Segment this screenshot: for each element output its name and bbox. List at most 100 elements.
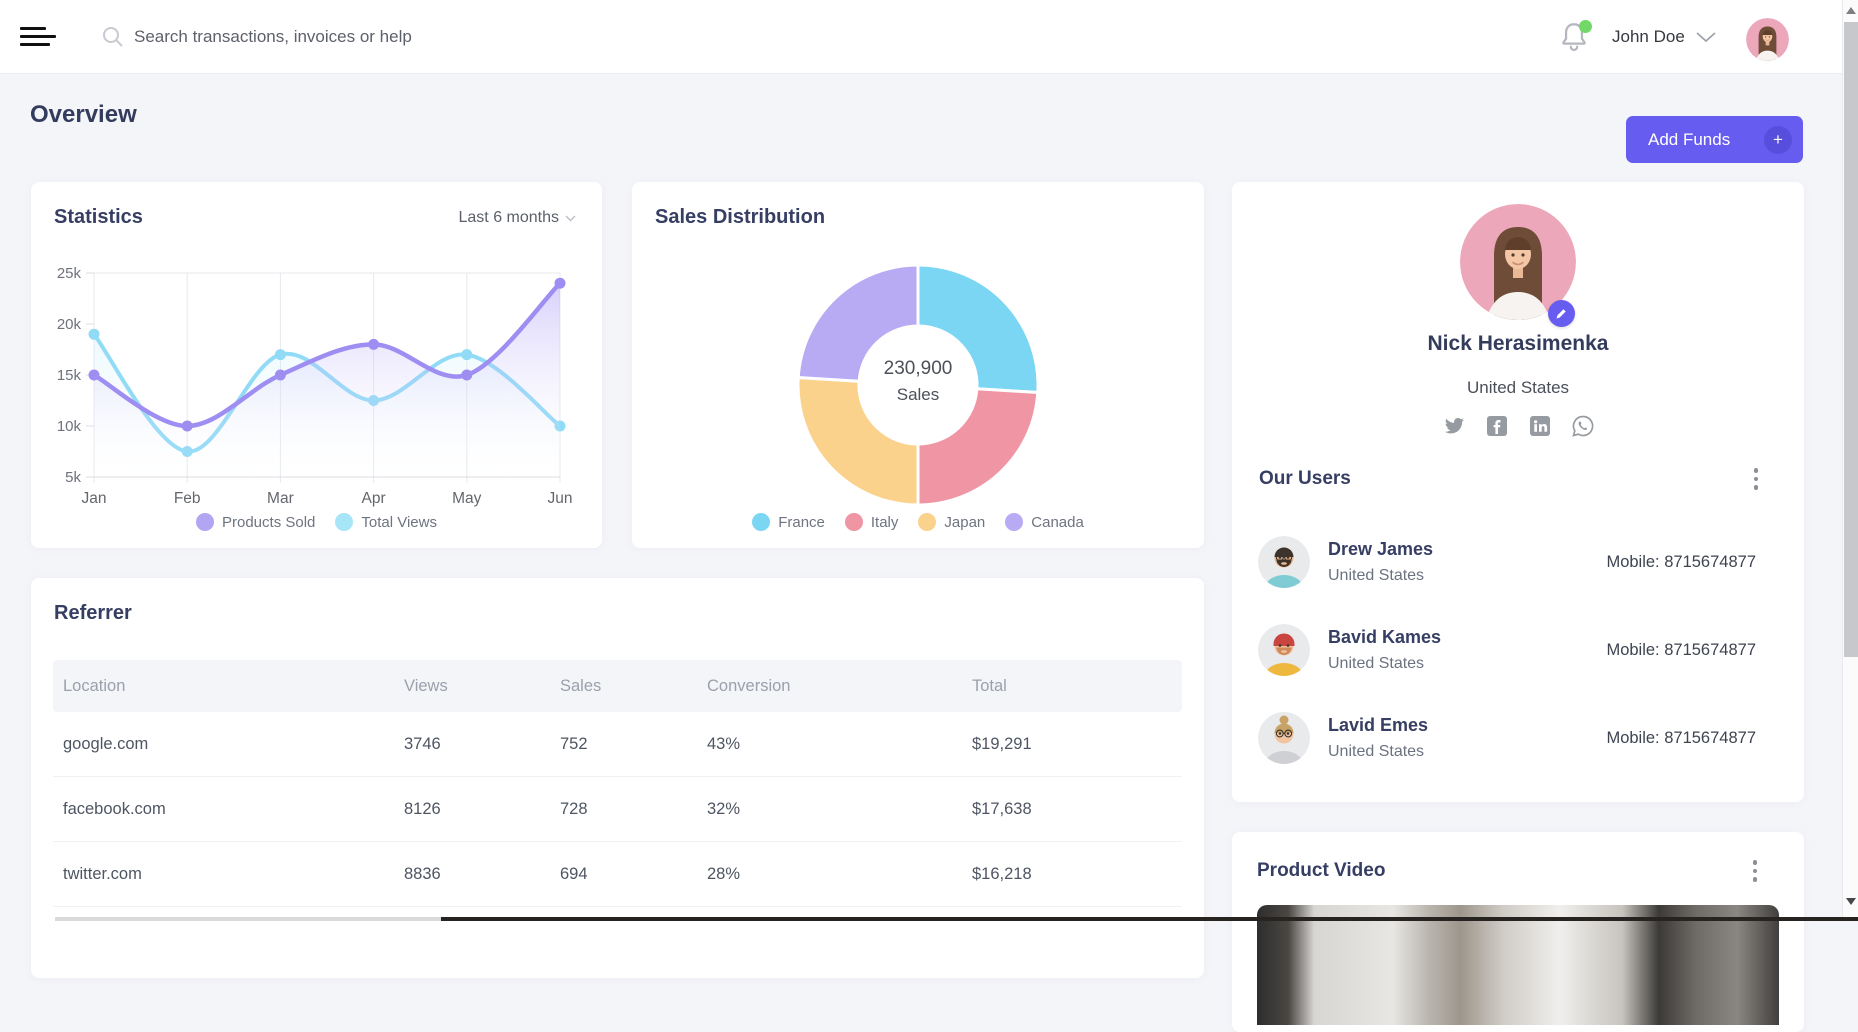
table-cell: 728 — [560, 800, 707, 819]
legend-item[interactable]: Canada — [1005, 513, 1084, 531]
product-video-card: Product Video — [1232, 832, 1804, 1032]
user-location: United States — [1328, 655, 1441, 673]
user-mobile: Mobile: 8715674877 — [1606, 553, 1778, 572]
scroll-down-arrow[interactable] — [1846, 898, 1856, 905]
table-cell: twitter.com — [63, 865, 404, 884]
legend-item[interactable]: Total Views — [335, 513, 437, 531]
plus-icon: + — [1764, 126, 1792, 154]
user-list-item: Lavid Emes United States Mobile: 871567487… — [1232, 694, 1804, 782]
svg-text:5k: 5k — [65, 469, 81, 486]
svg-text:20k: 20k — [57, 316, 82, 333]
svg-text:Jan: Jan — [82, 490, 107, 507]
facebook-icon[interactable] — [1485, 414, 1509, 438]
line-chart: 5k10k15k20k25kJanFebMarAprMayJun — [31, 182, 602, 512]
add-funds-button[interactable]: Add Funds + — [1626, 116, 1803, 163]
user-mobile: Mobile: 8715674877 — [1606, 641, 1778, 660]
legend-dot — [1005, 513, 1023, 531]
notification-dot — [1579, 20, 1592, 33]
table-row: facebook.com812672832%$17,638 — [53, 777, 1182, 842]
horizontal-scrollbar-thumb[interactable] — [441, 917, 1858, 921]
legend-dot — [845, 513, 863, 531]
table-cell: 28% — [707, 865, 972, 884]
twitter-icon[interactable] — [1442, 414, 1466, 438]
line-chart-legend: Products Sold Total Views — [31, 513, 602, 531]
search-input[interactable] — [134, 22, 694, 52]
search-icon — [100, 24, 126, 50]
legend-item[interactable]: Italy — [845, 513, 899, 531]
edit-profile-button[interactable] — [1548, 300, 1575, 327]
donut-chart-legend: France Italy Japan Canada — [632, 513, 1204, 531]
user-name: Lavid Emes — [1328, 715, 1428, 736]
table-cell: 43% — [707, 735, 972, 754]
table-row: twitter.com883669428%$16,218 — [53, 842, 1182, 907]
svg-text:15k: 15k — [57, 367, 82, 384]
donut-chart — [632, 182, 1204, 512]
svg-text:Jun: Jun — [548, 490, 573, 507]
dashboard-screen: { "colors": { "accent": "#675cf0", "noti… — [0, 0, 1858, 921]
table-cell: 694 — [560, 865, 707, 884]
table-cell: google.com — [63, 735, 404, 754]
video-thumbnail[interactable] — [1257, 905, 1779, 1025]
legend-item[interactable]: France — [752, 513, 825, 531]
our-users-title: Our Users — [1259, 468, 1351, 490]
legend-dot — [918, 513, 936, 531]
table-row: google.com374675243%$19,291 — [53, 712, 1182, 777]
column-header: Sales — [560, 677, 707, 696]
user-name: Drew James — [1328, 539, 1433, 560]
linkedin-icon[interactable] — [1528, 414, 1552, 438]
column-header: Location — [63, 677, 404, 696]
profile-users-card: Nick Herasimenka United States Our Users… — [1232, 182, 1804, 802]
referrer-title: Referrer — [54, 602, 132, 625]
referrer-table: LocationViewsSalesConversionTotalgoogle.… — [53, 660, 1182, 907]
scroll-up-arrow[interactable] — [1846, 7, 1856, 14]
horizontal-scrollbar-track[interactable] — [55, 917, 441, 921]
user-mobile: Mobile: 8715674877 — [1606, 729, 1778, 748]
legend-item[interactable]: Japan — [918, 513, 985, 531]
user-menu[interactable]: John Doe — [1612, 22, 1717, 52]
user-avatar — [1258, 624, 1310, 676]
table-cell: 3746 — [404, 735, 560, 754]
table-cell: 8836 — [404, 865, 560, 884]
user-name: Bavid Kames — [1328, 627, 1441, 648]
column-header: Views — [404, 677, 560, 696]
sales-distribution-card: Sales Distribution 230,900 Sales FranceI… — [632, 182, 1204, 548]
svg-text:25k: 25k — [57, 265, 82, 282]
our-users-menu-icon[interactable] — [1747, 466, 1765, 492]
notifications-button[interactable] — [1556, 18, 1596, 58]
table-cell: $17,638 — [972, 800, 1182, 819]
svg-text:Feb: Feb — [174, 490, 201, 507]
legend-dot — [752, 513, 770, 531]
add-funds-label: Add Funds — [1648, 130, 1730, 150]
user-list-item: Drew James United States Mobile: 871567487… — [1232, 518, 1804, 606]
menu-icon[interactable] — [20, 27, 56, 49]
table-cell: facebook.com — [63, 800, 404, 819]
table-header-row: LocationViewsSalesConversionTotal — [53, 660, 1182, 712]
profile-name: Nick Herasimenka — [1232, 332, 1804, 356]
legend-dot — [196, 513, 214, 531]
legend-dot — [335, 513, 353, 531]
user-location: United States — [1328, 743, 1428, 761]
table-cell: 8126 — [404, 800, 560, 819]
product-video-title: Product Video — [1257, 860, 1385, 882]
legend-item[interactable]: Products Sold — [196, 513, 315, 531]
table-cell: 752 — [560, 735, 707, 754]
top-navbar: John Doe — [0, 0, 1858, 74]
pencil-icon — [1555, 307, 1568, 320]
page-title: Overview — [30, 101, 137, 129]
vertical-scrollbar-thumb[interactable] — [1844, 22, 1858, 657]
product-video-menu-icon[interactable] — [1746, 858, 1764, 884]
users-list: Drew James United States Mobile: 871567487… — [1232, 518, 1804, 782]
user-avatar[interactable] — [1746, 18, 1789, 61]
whatsapp-icon[interactable] — [1571, 414, 1595, 438]
svg-text:Mar: Mar — [267, 490, 294, 507]
chevron-down-icon — [1695, 31, 1717, 43]
table-cell: 32% — [707, 800, 972, 819]
column-header: Total — [972, 677, 1182, 696]
user-location: United States — [1328, 567, 1433, 585]
vertical-scrollbar[interactable] — [1842, 0, 1858, 921]
svg-text:Apr: Apr — [362, 490, 386, 507]
column-header: Conversion — [707, 677, 972, 696]
user-list-item: Bavid Kames United States Mobile: 87156748… — [1232, 606, 1804, 694]
table-cell: $19,291 — [972, 735, 1182, 754]
user-avatar — [1258, 536, 1310, 588]
